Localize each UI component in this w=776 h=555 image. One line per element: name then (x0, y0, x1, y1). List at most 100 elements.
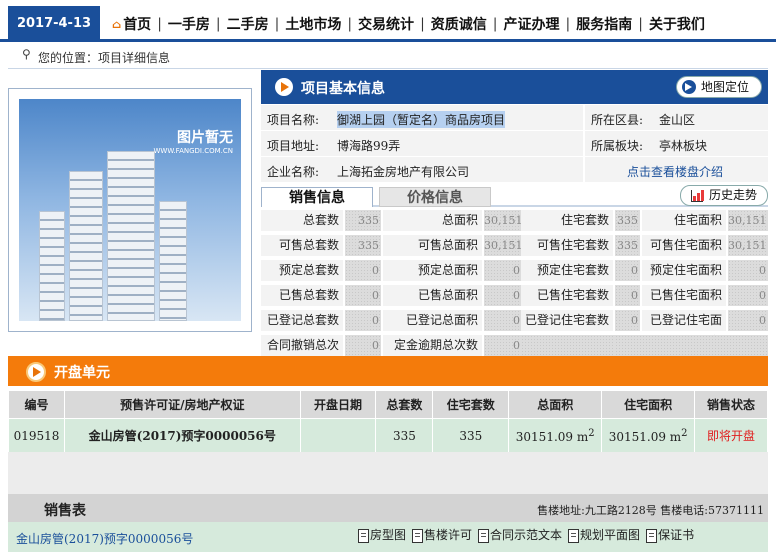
location-pin-icon: ⚲ (22, 47, 31, 61)
stat-label: 定金逾期总次数 (383, 335, 482, 356)
doc-sales-permit[interactable]: 售楼许可 (412, 526, 472, 543)
stat-label: 已登记住宅套数 (521, 310, 613, 331)
arrow-circle-icon (26, 362, 46, 382)
document-icon (412, 529, 424, 543)
project-address: 博海路99弄 (337, 139, 401, 153)
col-permit: 预售许可证/房地产权证 (63, 390, 301, 419)
stat-value: 0 (728, 285, 768, 306)
stat-label: 已售总面积 (383, 285, 482, 306)
stats-row: 已售总套数 0 已售总面积 0 已售住宅套数 0 已售住宅面积 0 (261, 283, 768, 308)
nav-new-house[interactable]: 一手房 (168, 14, 210, 34)
opening-units-title: 开盘单元 (54, 365, 110, 381)
company-name: 上海拓金房地产有限公司 (337, 165, 470, 179)
col-res-area: 住宅面积 (601, 390, 696, 419)
stat-value: 335 (345, 210, 381, 231)
breadcrumb: 您的位置：项目详细信息 (38, 51, 171, 65)
project-photo-frame: 图片暂无 WWW.FANGDI.COM.CN (8, 88, 252, 332)
stat-value: 0 (345, 335, 381, 356)
history-trend-button[interactable]: 历史走势 (680, 185, 768, 206)
stat-value: 30,151 (728, 210, 768, 231)
stat-label: 已售住宅套数 (521, 285, 613, 306)
stat-label: 合同撤销总次数 (261, 335, 343, 373)
open-date (299, 418, 377, 453)
photo-watermark: WWW.FANGDI.COM.CN (153, 147, 234, 155)
current-date: 2017-4-13 (8, 6, 100, 42)
stat-value: 335 (345, 235, 381, 256)
doc-guarantee[interactable]: 保证书 (646, 526, 694, 543)
nav-land-market[interactable]: 土地市场 (285, 14, 341, 34)
stat-value: 30,151 (484, 235, 523, 256)
home-icon: ⌂ (112, 17, 122, 31)
stat-value: 0 (615, 285, 640, 306)
sales-stats-grid: 总套数 335 总面积 30,151 住宅套数 335 住宅面积 30,151 可售总套数 335… (261, 208, 768, 373)
col-total: 总套数 (375, 390, 434, 419)
tab-sales[interactable]: 销售信息 (261, 187, 373, 207)
col-res-count: 住宅套数 (432, 390, 510, 419)
info-row-name: 项目名称: 御湖上园（暂定名）商品房项目 所在区县: 金山区 (261, 105, 768, 131)
project-info-title: 项目基本信息 (301, 81, 385, 97)
district: 金山区 (659, 113, 696, 127)
empty-area (8, 452, 768, 494)
doc-contract[interactable]: 合同示范文本 (478, 526, 562, 543)
stats-row: 合同撤销总次数0定金逾期总次数0 (261, 333, 768, 373)
label: 项目名称: (267, 113, 320, 127)
info-tabs: 销售信息 价格信息 历史走势 (261, 185, 768, 207)
doc-floorplan[interactable]: 房型图 (358, 526, 406, 543)
stat-value: 0 (345, 310, 381, 331)
stat-value: 0 (615, 310, 640, 331)
document-icon (478, 529, 490, 543)
stat-value: 0 (345, 285, 381, 306)
nav-certificate[interactable]: 产证办理 (504, 14, 560, 34)
stat-label: 可售总套数 (261, 235, 343, 256)
stat-value: 335 (615, 210, 640, 231)
nav-second-hand[interactable]: 二手房 (227, 14, 269, 34)
map-locate-button[interactable]: 地图定位 (676, 76, 762, 98)
nav-credit[interactable]: 资质诚信 (431, 14, 487, 34)
unit-id: 019518 (8, 418, 65, 453)
info-row-address: 项目地址: 博海路99弄 所属板块: 亭林板块 (261, 131, 768, 157)
stat-value: 335 (615, 235, 640, 256)
nav-about[interactable]: 关于我们 (649, 14, 705, 34)
stat-value: 0 (484, 310, 522, 331)
col-id: 编号 (8, 390, 65, 419)
label: 所属板块: (591, 139, 644, 153)
stat-value: 30,151 (484, 210, 523, 231)
stat-label: 总套数 (261, 210, 343, 231)
sales-table-header: 销售表 售楼地址:九工路2128号 售楼电话:57371111 (8, 494, 768, 522)
res-units: 335 (432, 418, 510, 453)
stat-value: 0 (484, 285, 522, 306)
sales-address: 售楼地址:九工路2128号 售楼电话:57371111 (537, 504, 764, 517)
table-row[interactable]: 019518 金山房管(2017)预字0000056号 335 335 3015… (8, 418, 768, 453)
divider (8, 68, 768, 69)
sales-table-title: 销售表 (44, 503, 86, 519)
stat-value: 0 (484, 260, 522, 281)
nav-guide[interactable]: 服务指南 (576, 14, 632, 34)
stat-label: 可售住宅面积 (642, 235, 726, 256)
project-name: 御湖上园（暂定名）商品房项目 (337, 111, 506, 128)
view-intro-link[interactable]: 点击查看楼盘介绍 (627, 163, 723, 180)
doc-site-plan[interactable]: 规划平面图 (568, 526, 640, 543)
stats-row: 已登记总套数0已登记总面积0已登记住宅套数0已登记住宅面积0 (261, 308, 768, 348)
label: 项目地址: (267, 139, 320, 153)
permit-number[interactable]: 金山房管(2017)预字0000056号 (63, 418, 301, 453)
stat-label: 可售总面积 (383, 235, 482, 256)
bar-chart-icon (691, 190, 704, 202)
total-units: 335 (375, 418, 434, 453)
opening-units-table: 编号 预售许可证/房地产权证 开盘日期 总套数 住宅套数 总面积 住宅面积 销售… (8, 390, 768, 453)
table-header-row: 编号 预售许可证/房地产权证 开盘日期 总套数 住宅套数 总面积 住宅面积 销售… (8, 390, 768, 419)
document-icon (568, 529, 580, 543)
stat-label: 预定总面积 (383, 260, 482, 281)
stat-label: 预定总套数 (261, 260, 343, 281)
stat-label: 已售住宅面积 (642, 285, 726, 306)
sale-status: 即将开盘 (694, 418, 768, 453)
nav-trade-stats[interactable]: 交易统计 (358, 14, 414, 34)
permit-link[interactable]: 金山房管(2017)预字0000056号 (16, 530, 193, 547)
stat-value: 0 (728, 310, 768, 331)
tab-price[interactable]: 价格信息 (379, 187, 491, 207)
stat-value: 0 (615, 260, 640, 281)
nav-home[interactable]: 首页 (123, 14, 151, 34)
stat-label: 预定住宅面积 (642, 260, 726, 281)
total-area: 30151.09 m2 (508, 418, 603, 453)
opening-units-header: 开盘单元 (8, 356, 768, 386)
stat-label: 已登记住宅面积 (642, 310, 726, 348)
